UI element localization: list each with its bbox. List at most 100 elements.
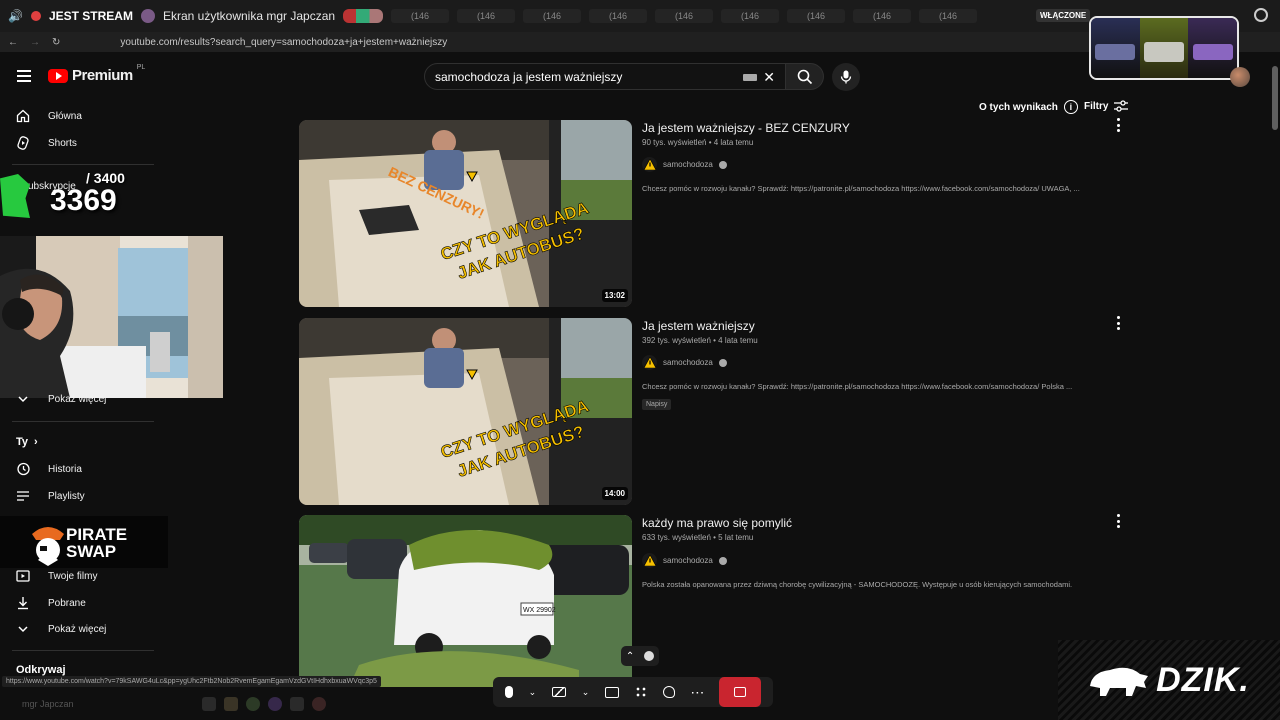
address-bar: ← → ↻ youtube.com/results?search_query=s… (0, 32, 1280, 52)
browser-tab[interactable]: (146 (853, 9, 912, 23)
more-options-icon[interactable] (1112, 316, 1124, 330)
shorts-icon (17, 136, 29, 150)
sidebar-item-label: Playlisty (48, 490, 85, 502)
sidebar-item-downloads[interactable]: Pobrane (16, 590, 154, 616)
emoji-icons (343, 9, 384, 23)
video-duration: 13:02 (601, 289, 628, 302)
browser-tab-strip: 🔊 JEST STREAM Ekran użytkownika mgr Japc… (0, 0, 1280, 32)
speaker-icon[interactable]: 🔊 (8, 9, 23, 23)
scrollbar[interactable] (1272, 66, 1278, 130)
taskbar-app-icon[interactable] (245, 697, 260, 711)
browser-tab[interactable]: (146 (787, 9, 846, 23)
meeting-control-bar: ⌄ ⌄ ⋯ (493, 677, 773, 707)
chat-icon[interactable] (1254, 8, 1268, 22)
view-count: 392 tys. wyświetleń (642, 336, 711, 345)
browser-tab[interactable]: (146 (919, 9, 978, 23)
video-thumbnail[interactable]: WX 29902 (299, 515, 632, 687)
search-button[interactable] (786, 63, 824, 90)
link-status-bar: https://www.youtube.com/watch?v=79kSAWG4… (2, 676, 381, 687)
chevron-up-icon[interactable]: ⌃ (626, 651, 634, 662)
video-meta: 633 tys. wyświetleń • 5 lat temu (642, 533, 754, 542)
taskbar-app-icon[interactable] (289, 697, 304, 711)
sidebar-item-label: Twoje filmy (48, 570, 98, 582)
reactions-icon[interactable] (662, 686, 675, 698)
chevron-down-icon[interactable]: ⌄ (529, 687, 537, 698)
browser-tab[interactable]: (146 (457, 9, 516, 23)
channel-avatar (642, 157, 657, 172)
sidebar-item-home[interactable]: Główna (16, 103, 154, 129)
search-input[interactable]: samochodoza ja jestem ważniejszy ✕ (424, 63, 786, 90)
channel-link[interactable]: samochodoza (642, 553, 727, 568)
video-title[interactable]: każdy ma prawo się pomylić (642, 516, 792, 530)
sidebar-divider (12, 421, 154, 422)
sidebar-section-you[interactable]: Ty › (16, 436, 38, 448)
sidebar-show-more-1[interactable]: Pokaż więcej (16, 386, 154, 412)
url-field[interactable]: youtube.com/results?search_query=samocho… (120, 37, 447, 48)
taskbar-app-icon[interactable] (267, 697, 282, 711)
browser-tab[interactable]: (146 (589, 9, 648, 23)
browser-tab[interactable]: (146 (721, 9, 780, 23)
chevron-down-icon[interactable]: ⌄ (582, 687, 590, 698)
sidebar-divider (12, 164, 154, 165)
camera-off-icon[interactable] (551, 687, 566, 697)
apps-icon[interactable] (634, 686, 647, 698)
share-screen-icon[interactable] (605, 686, 620, 698)
home-icon (16, 109, 30, 123)
account-avatar[interactable] (1230, 67, 1250, 87)
menu-icon[interactable] (17, 70, 31, 82)
clear-icon[interactable]: ✕ (763, 69, 775, 86)
taskbar-app-icon[interactable] (201, 697, 216, 711)
video-thumbnail[interactable]: CZY TO WYGLĄDA JAK AUTOBUS? 14:00 (299, 318, 632, 505)
webcam-overlay (0, 236, 223, 398)
browser-tab[interactable]: (146 (655, 9, 714, 23)
section-title: Odkrywaj (16, 664, 66, 676)
taskbar: mgr Japczan (0, 692, 360, 716)
channel-name: samochodoza (663, 358, 713, 367)
end-call-icon (734, 687, 747, 697)
active-tab-title[interactable]: Ekran użytkownika mgr Japczan (163, 9, 335, 23)
logo-region: PL (136, 64, 146, 71)
about-results-button[interactable]: O tych wynikach i (979, 100, 1078, 114)
video-thumbnail[interactable]: CZY TO WYGLĄDA JAK AUTOBUS? BEZ CENZURY!… (299, 120, 632, 307)
dzik-wordmark: DZIK. (1156, 660, 1250, 699)
channel-link[interactable]: samochodoza (642, 355, 727, 370)
more-icon[interactable]: ⋯ (690, 684, 704, 701)
taskbar-app-icon[interactable] (311, 697, 326, 711)
sidebar-item-playlists[interactable]: Playlisty (16, 483, 154, 509)
channel-name: samochodoza (663, 556, 713, 565)
more-options-icon[interactable] (1112, 514, 1124, 528)
upload-age: 5 lat temu (718, 533, 754, 542)
more-options-icon[interactable] (1112, 118, 1124, 132)
microphone-icon[interactable] (504, 686, 513, 698)
forward-icon[interactable]: → (30, 37, 40, 48)
channel-avatar (642, 355, 657, 370)
back-icon[interactable]: ← (8, 37, 18, 48)
search-value: samochodoza ja jestem ważniejszy (435, 69, 623, 84)
taskbar-app-icon[interactable] (223, 697, 238, 711)
participants-icon[interactable] (644, 651, 655, 661)
download-icon (18, 597, 28, 610)
browser-tab[interactable]: (146 (391, 9, 450, 23)
pirate-hat-icon (32, 527, 64, 566)
webcam-image (0, 236, 223, 398)
logo-text: Premium (72, 67, 133, 84)
live-dot-icon (30, 11, 41, 21)
channel-link[interactable]: samochodoza (642, 157, 727, 172)
sidebar-item-your-videos[interactable]: Twoje filmy (16, 563, 154, 589)
sidebar-show-more-2[interactable]: Pokaż więcej (16, 616, 154, 642)
sidebar-item-history[interactable]: Historia (16, 456, 154, 482)
voice-search-button[interactable] (832, 63, 860, 91)
verified-icon (718, 556, 727, 565)
chevron-right-icon: › (34, 436, 38, 448)
end-call-button[interactable] (719, 677, 762, 707)
youtube-logo[interactable]: Premium PL (48, 64, 146, 84)
reload-icon[interactable]: ↻ (52, 37, 60, 48)
browser-tab[interactable]: (146 (523, 9, 582, 23)
video-title[interactable]: Ja jestem ważniejszy - BEZ CENZURY (642, 121, 850, 135)
stream-item-panel (1089, 16, 1239, 80)
channel-avatar (642, 553, 657, 568)
sidebar-item-shorts[interactable]: Shorts (16, 130, 154, 156)
video-title[interactable]: Ja jestem ważniejszy (642, 319, 755, 333)
filters-button[interactable]: Filtry (1084, 100, 1129, 112)
keyboard-icon[interactable] (743, 74, 757, 81)
